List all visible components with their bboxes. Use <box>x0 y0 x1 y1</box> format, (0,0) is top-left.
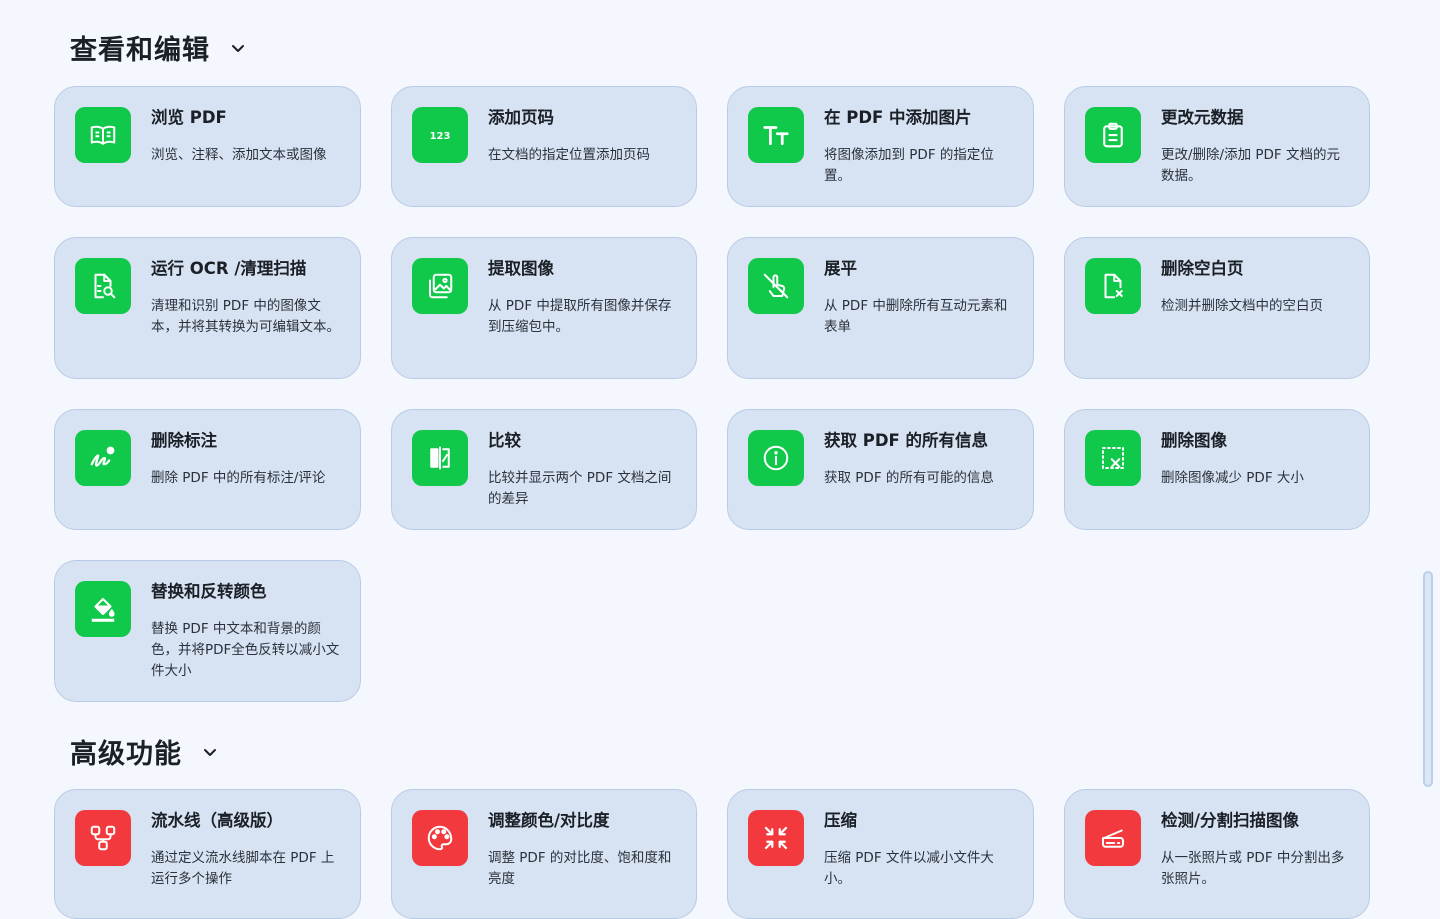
tool-card-add-image[interactable]: 在 PDF 中添加图片 将图像添加到 PDF 的指定位置。 <box>727 86 1034 207</box>
card-description: 比较并显示两个 PDF 文档之间的差异 <box>488 470 672 507</box>
card-title: 更改元数据 <box>1161 108 1244 127</box>
tool-card-compare[interactable]: 比较 比较并显示两个 PDF 文档之间的差异 <box>391 409 697 530</box>
card-description: 调整 PDF 的对比度、饱和度和亮度 <box>488 850 672 887</box>
file-remove-icon <box>1085 258 1141 314</box>
card-title: 浏览 PDF <box>151 108 227 127</box>
tool-card-view-pdf[interactable]: 浏览 PDF 浏览、注释、添加文本或图像 <box>54 86 361 207</box>
section-title: 查看和编辑 <box>70 35 210 66</box>
card-title: 删除空白页 <box>1161 259 1244 278</box>
card-description: 从 PDF 中删除所有互动元素和表单 <box>824 298 1008 335</box>
info-icon <box>748 430 804 486</box>
card-description: 替换 PDF 中文本和背景的颜色，并将PDF全色反转以减小文件大小 <box>151 621 340 679</box>
card-description: 从 PDF 中提取所有图像并保存到压缩包中。 <box>488 298 672 335</box>
tool-card-remove-images[interactable]: 删除图像 删除图像减少 PDF 大小 <box>1064 409 1370 530</box>
scribble-icon <box>75 430 131 486</box>
image-remove-icon <box>1085 430 1141 486</box>
chevron-down-icon[interactable] <box>200 742 220 762</box>
file-search-icon <box>75 258 131 314</box>
card-description: 更改/删除/添加 PDF 文档的元数据。 <box>1161 147 1340 184</box>
card-description: 删除 PDF 中的所有标注/评论 <box>151 470 326 486</box>
card-title: 比较 <box>488 431 521 450</box>
card-description: 清理和识别 PDF 中的图像文本，并将其转换为可编辑文本。 <box>151 298 340 335</box>
numbers-123-icon: 123 <box>412 107 468 163</box>
card-title: 获取 PDF 的所有信息 <box>824 431 989 450</box>
compare-icon <box>412 430 468 486</box>
card-title: 删除标注 <box>151 431 217 450</box>
card-title: 添加页码 <box>488 108 554 127</box>
tool-card-add-page-numbers[interactable]: 123 添加页码 在文档的指定位置添加页码 <box>391 86 697 207</box>
chevron-down-icon[interactable] <box>228 38 248 58</box>
card-description: 通过定义流水线脚本在 PDF 上运行多个操作 <box>151 850 335 887</box>
tool-card-extract-images[interactable]: 提取图像 从 PDF 中提取所有图像并保存到压缩包中。 <box>391 237 697 379</box>
card-title: 运行 OCR /清理扫描 <box>151 259 307 278</box>
tool-card-remove-blank-pages[interactable]: 删除空白页 检测并删除文档中的空白页 <box>1064 237 1370 379</box>
card-description: 删除图像减少 PDF 大小 <box>1161 470 1304 486</box>
card-description: 从一张照片或 PDF 中分割出多张照片。 <box>1161 850 1345 887</box>
text-size-icon <box>748 107 804 163</box>
section-header-advanced[interactable]: 高级功能 <box>70 732 220 771</box>
card-title: 在 PDF 中添加图片 <box>824 108 972 127</box>
paint-bucket-icon <box>75 581 131 637</box>
tool-card-change-metadata[interactable]: 更改元数据 更改/删除/添加 PDF 文档的元数据。 <box>1064 86 1370 207</box>
card-description: 将图像添加到 PDF 的指定位置。 <box>824 147 994 184</box>
card-title: 替换和反转颜色 <box>151 582 267 601</box>
card-title: 调整颜色/对比度 <box>488 811 610 830</box>
tool-card-ocr[interactable]: 运行 OCR /清理扫描 清理和识别 PDF 中的图像文本，并将其转换为可编辑文… <box>54 237 361 379</box>
card-description: 压缩 PDF 文件以减小文件大小。 <box>824 850 994 887</box>
clipboard-icon <box>1085 107 1141 163</box>
card-title: 提取图像 <box>488 259 554 278</box>
card-description: 检测并删除文档中的空白页 <box>1161 298 1323 314</box>
card-title: 压缩 <box>824 811 857 830</box>
compress-icon <box>748 810 804 866</box>
pipeline-icon <box>75 810 131 866</box>
tool-card-replace-invert-color[interactable]: 替换和反转颜色 替换 PDF 中文本和背景的颜色，并将PDF全色反转以减小文件大… <box>54 560 361 702</box>
palette-icon <box>412 810 468 866</box>
book-open-icon <box>75 107 131 163</box>
scrollbar-thumb[interactable] <box>1423 571 1433 787</box>
card-title: 展平 <box>824 259 857 278</box>
section-title: 高级功能 <box>70 739 182 770</box>
section-header-view-edit[interactable]: 查看和编辑 <box>70 28 248 67</box>
svg-text:123: 123 <box>430 131 451 142</box>
tool-card-get-info[interactable]: 获取 PDF 的所有信息 获取 PDF 的所有可能的信息 <box>727 409 1034 530</box>
scanner-icon <box>1085 810 1141 866</box>
card-description: 获取 PDF 的所有可能的信息 <box>824 470 994 486</box>
touch-off-icon <box>748 258 804 314</box>
card-description: 在文档的指定位置添加页码 <box>488 147 650 163</box>
card-title: 检测/分割扫描图像 <box>1161 811 1300 830</box>
card-title: 流水线（高级版） <box>151 811 283 830</box>
card-title: 删除图像 <box>1161 431 1227 450</box>
card-description: 浏览、注释、添加文本或图像 <box>151 147 327 163</box>
image-stack-icon <box>412 258 468 314</box>
tool-card-flatten[interactable]: 展平 从 PDF 中删除所有互动元素和表单 <box>727 237 1034 379</box>
tool-card-remove-annotations[interactable]: 删除标注 删除 PDF 中的所有标注/评论 <box>54 409 361 530</box>
